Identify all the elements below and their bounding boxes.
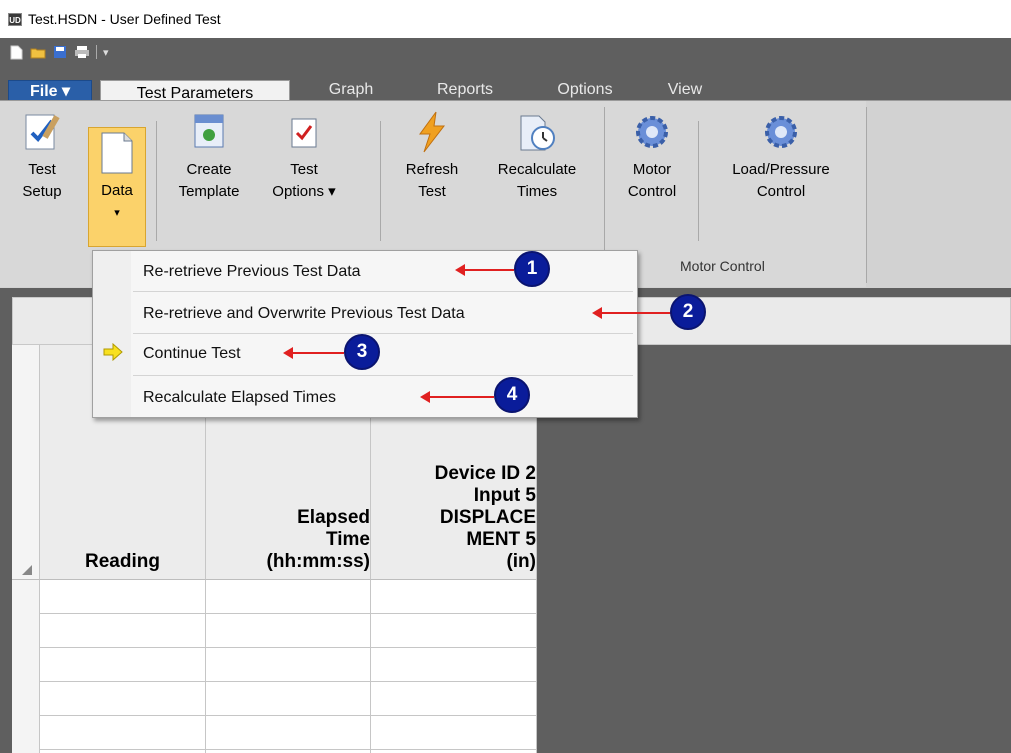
column-header-text: (in): [506, 551, 536, 572]
data-dropdown-arrow-icon: ▾: [114, 207, 120, 219]
table-row[interactable]: [40, 648, 537, 682]
test-options-icon: [282, 109, 326, 155]
table-row[interactable]: [40, 682, 537, 716]
menu-item-continue-test[interactable]: Continue Test: [143, 345, 241, 363]
quick-access-toolbar: ▾: [0, 38, 1011, 66]
motor-control-label-1: Motor: [632, 161, 672, 178]
annotation-arrow-line: [428, 396, 494, 398]
table-row[interactable]: [40, 580, 537, 614]
toolbar-separator: [96, 45, 97, 59]
stopwatch-icon: [515, 109, 559, 155]
annotation-marker-3: 3: [344, 334, 380, 370]
create-template-button[interactable]: Create Template: [162, 109, 256, 203]
annotation-arrow-line: [462, 269, 514, 271]
menu-separator: [133, 291, 633, 292]
table-row[interactable]: [40, 716, 537, 750]
arrow-right-icon: [103, 342, 123, 366]
test-setup-label-1: Test: [28, 161, 56, 178]
motor-control-group-label: Motor Control: [680, 258, 765, 274]
test-options-label-2: Options ▾: [272, 183, 336, 200]
test-setup-label-2: Setup: [22, 183, 62, 200]
annotation-arrow-line: [600, 312, 672, 314]
data-document-icon: [95, 130, 139, 176]
data-button[interactable]: Data ▾: [88, 127, 146, 247]
menu-icon-gutter: [93, 251, 131, 417]
app-logo-icon: UD: [8, 12, 22, 26]
refresh-test-label-2: Test: [418, 183, 446, 200]
menu-separator: [133, 375, 633, 376]
create-template-label-1: Create: [186, 161, 232, 178]
recalculate-times-label-2: Times: [516, 183, 558, 200]
recalculate-times-button[interactable]: Recalculate Times: [476, 109, 598, 203]
refresh-test-label-1: Refresh: [405, 161, 459, 178]
annotation-arrow-line: [290, 352, 344, 354]
column-header-text: Elapsed: [297, 507, 370, 528]
lightning-icon: [410, 109, 454, 155]
motor-control-button[interactable]: Motor Control: [612, 109, 692, 203]
menu-item-re-retrieve-previous[interactable]: Re-retrieve Previous Test Data: [143, 263, 361, 281]
test-options-label-1: Test: [290, 161, 318, 178]
table-row[interactable]: [40, 614, 537, 648]
ribbon-separator: [698, 121, 699, 241]
open-icon[interactable]: [30, 44, 46, 60]
create-template-label-2: Template: [178, 183, 240, 200]
test-options-button[interactable]: Test Options ▾: [262, 109, 346, 203]
load-pressure-label-2: Control: [756, 183, 806, 200]
column-header-text: MENT 5: [466, 529, 536, 550]
load-pressure-control-button[interactable]: Load/Pressure Control: [704, 109, 858, 203]
new-icon[interactable]: [8, 44, 24, 60]
title-bar: UD Test.HSDN - User Defined Test: [0, 0, 1011, 38]
annotation-marker-1: 1: [514, 251, 550, 287]
column-header-text: Input 5: [473, 485, 536, 506]
customize-toolbar-icon[interactable]: ▾: [103, 46, 109, 59]
menu-item-recalculate-elapsed[interactable]: Recalculate Elapsed Times: [143, 389, 336, 407]
motor-control-label-2: Control: [627, 183, 677, 200]
menu-separator: [133, 333, 633, 334]
refresh-test-button[interactable]: Refresh Test: [388, 109, 476, 203]
column-header-text: Device ID 2: [434, 463, 536, 484]
column-header-text: DISPLACE: [439, 507, 536, 528]
load-pressure-label-1: Load/Pressure: [732, 161, 830, 178]
test-setup-icon: [20, 109, 64, 155]
row-header-column: [12, 580, 40, 753]
column-header-text: (hh:mm:ss): [266, 551, 370, 572]
annotation-marker-4: 4: [494, 377, 530, 413]
column-header-text: Reading: [85, 551, 160, 572]
column-header-text: Time: [325, 529, 370, 550]
save-icon[interactable]: [52, 44, 68, 60]
ribbon-separator: [156, 121, 157, 241]
data-label: Data: [101, 182, 133, 199]
print-icon[interactable]: [74, 44, 90, 60]
ribbon-group-divider: [866, 107, 867, 283]
ribbon-tabs: File ▾ Test Parameters Graph Reports Opt…: [0, 66, 1011, 106]
menu-item-re-retrieve-overwrite[interactable]: Re-retrieve and Overwrite Previous Test …: [143, 305, 465, 323]
recalculate-times-label-1: Recalculate: [497, 161, 577, 178]
tab-file[interactable]: File ▾: [8, 80, 92, 102]
window-title: Test.HSDN - User Defined Test: [28, 11, 221, 27]
gear-icon: [630, 109, 674, 155]
annotation-marker-2: 2: [670, 294, 706, 330]
ribbon-separator: [380, 121, 381, 241]
select-all-icon[interactable]: [22, 565, 32, 575]
test-setup-button[interactable]: Test Setup: [6, 109, 78, 203]
gear-icon: [759, 109, 803, 155]
row-header-corner: [12, 345, 40, 580]
create-template-icon: [187, 109, 231, 155]
